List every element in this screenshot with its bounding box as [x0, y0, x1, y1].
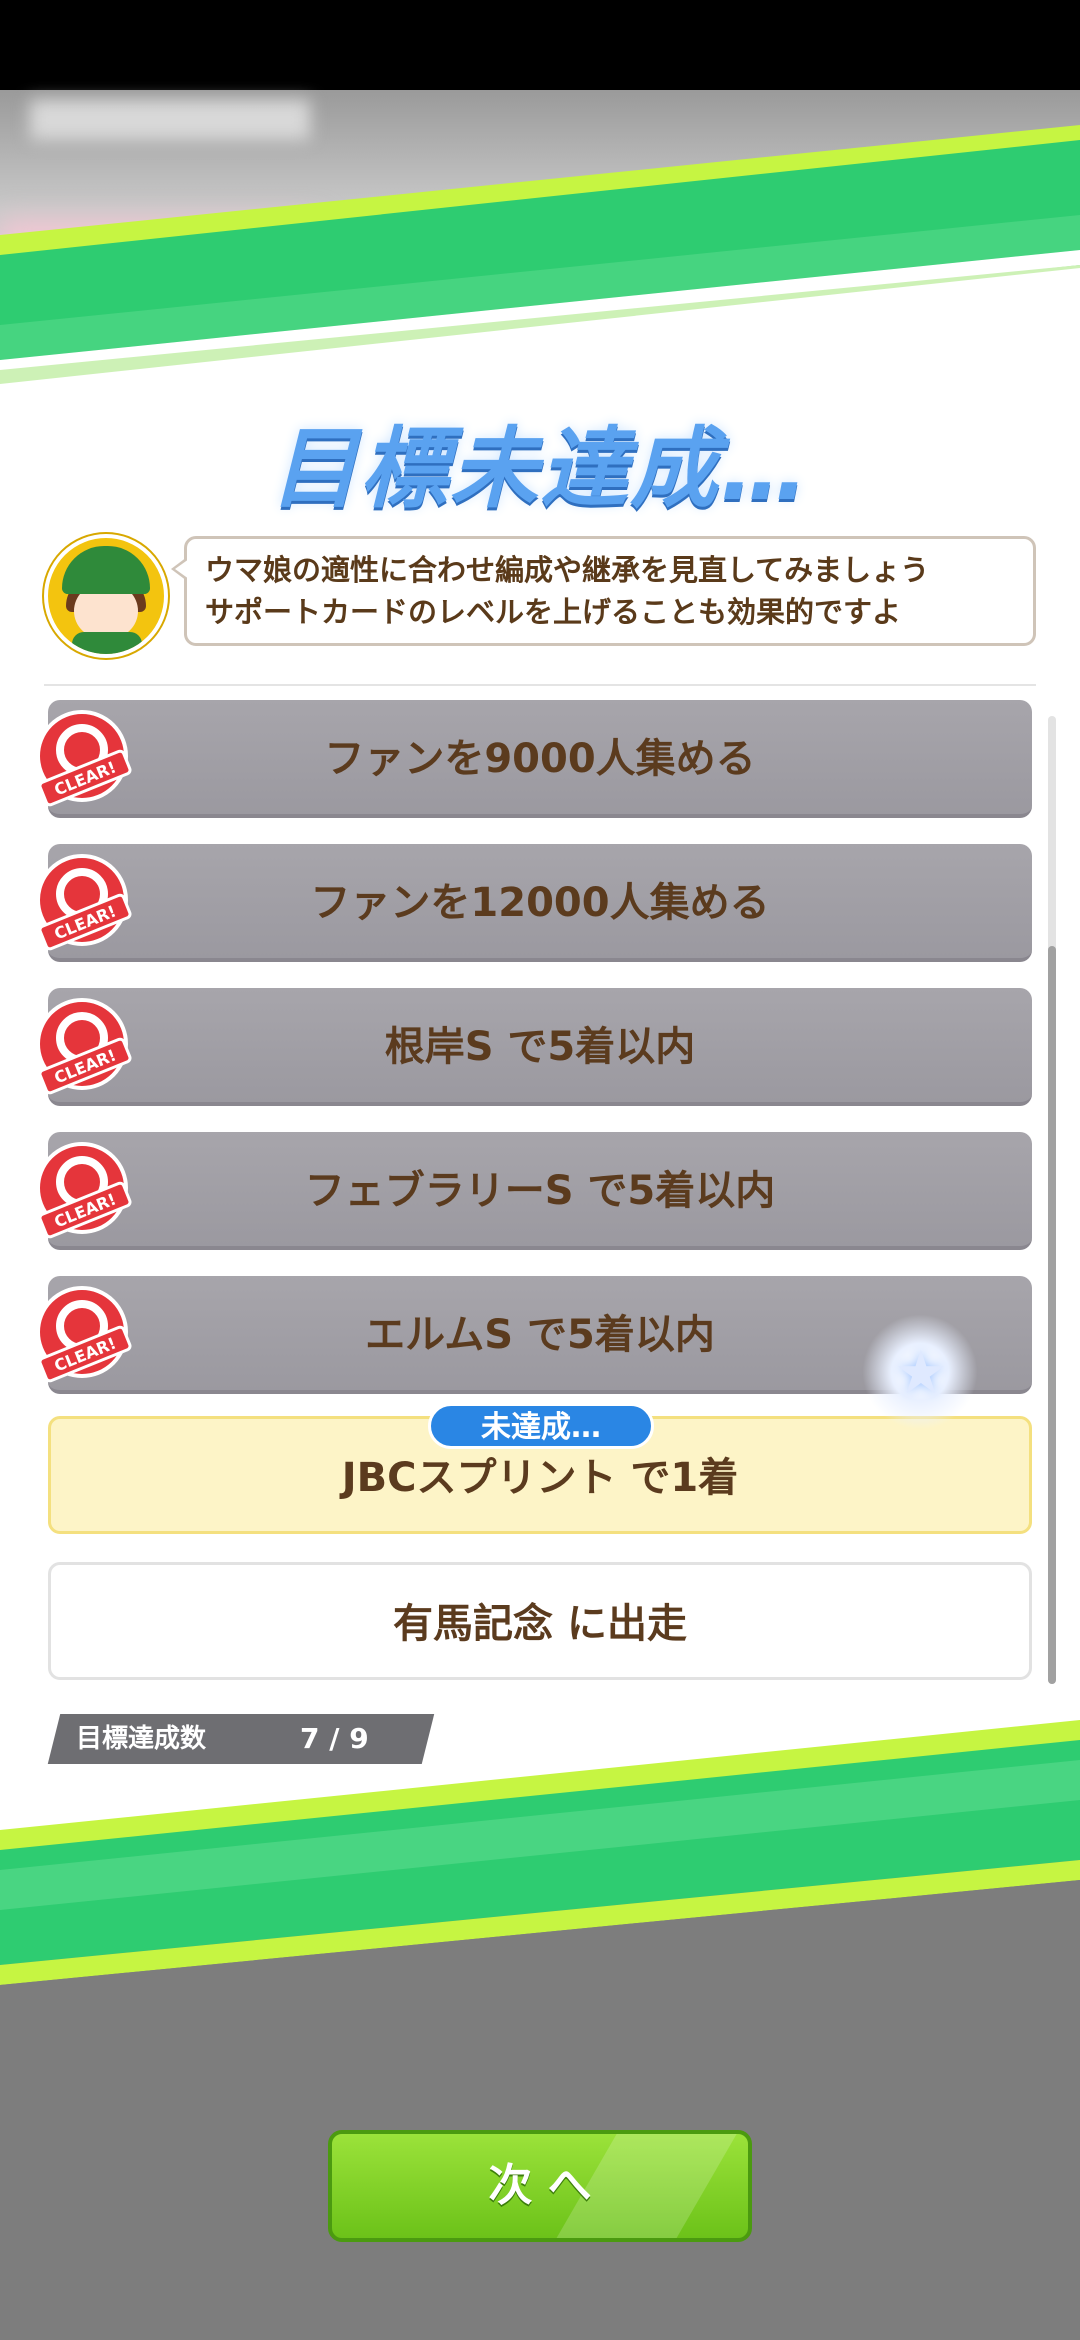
clear-stamp-icon: CLEAR!	[36, 998, 132, 1095]
advice-line-2: サポートカードのレベルを上げることも効果的ですよ	[205, 595, 902, 629]
not-achieved-badge: 未達成…	[428, 1403, 654, 1449]
goal-list[interactable]: CLEAR! ファンを9000人集める CLEAR! ファンを12000人集める…	[0, 700, 1080, 1690]
goal-text: 根岸S で5着以内	[384, 1024, 696, 1070]
sparkle-star-icon: ★	[862, 1314, 978, 1430]
goal-text: ファンを12000人集める	[310, 880, 770, 926]
goal-item: CLEAR! ファンを9000人集める	[36, 700, 1032, 818]
advice-speech-bubble: ウマ娘の適性に合わせ編成や継承を見直してみましょう サポートカードのレベルを上げ…	[171, 536, 1036, 646]
goal-count-value: 7 / 9	[300, 1722, 369, 1755]
clear-stamp-icon: CLEAR!	[36, 1286, 132, 1383]
avatar-hat	[62, 546, 150, 594]
advice-line-1: ウマ娘の適性に合わせ編成や継承を見直してみましょう	[205, 553, 930, 587]
goal-item: CLEAR! フェブラリーS で5着以内	[36, 1132, 1032, 1250]
goal-text: JBCスプリント で1着	[341, 1455, 739, 1501]
clear-stamp-icon: CLEAR!	[36, 1142, 132, 1239]
next-button[interactable]: 次 へ	[328, 2130, 752, 2242]
page-title: 目標未達成…	[269, 417, 810, 520]
goal-text: ファンを9000人集める	[324, 736, 756, 782]
goal-text: フェブラリーS で5着以内	[304, 1168, 776, 1214]
goal-item: CLEAR! ファンを12000人集める	[36, 844, 1032, 962]
clear-stamp-icon: CLEAR!	[36, 854, 132, 951]
goal-count-label: 目標達成数	[76, 1724, 207, 1754]
clear-stamp-icon: CLEAR!	[36, 710, 132, 807]
goal-text: 有馬記念 に出走	[393, 1601, 687, 1647]
goal-item: 有馬記念 に出走	[48, 1562, 1032, 1680]
divider	[44, 684, 1036, 686]
goal-text: エルムS で5着以内	[365, 1312, 715, 1358]
scrollbar-thumb[interactable]	[1048, 946, 1056, 1684]
advisor-avatar	[44, 534, 168, 658]
goal-item: CLEAR! 根岸S で5着以内	[36, 988, 1032, 1106]
next-button-label: 次 へ	[488, 2160, 592, 2211]
